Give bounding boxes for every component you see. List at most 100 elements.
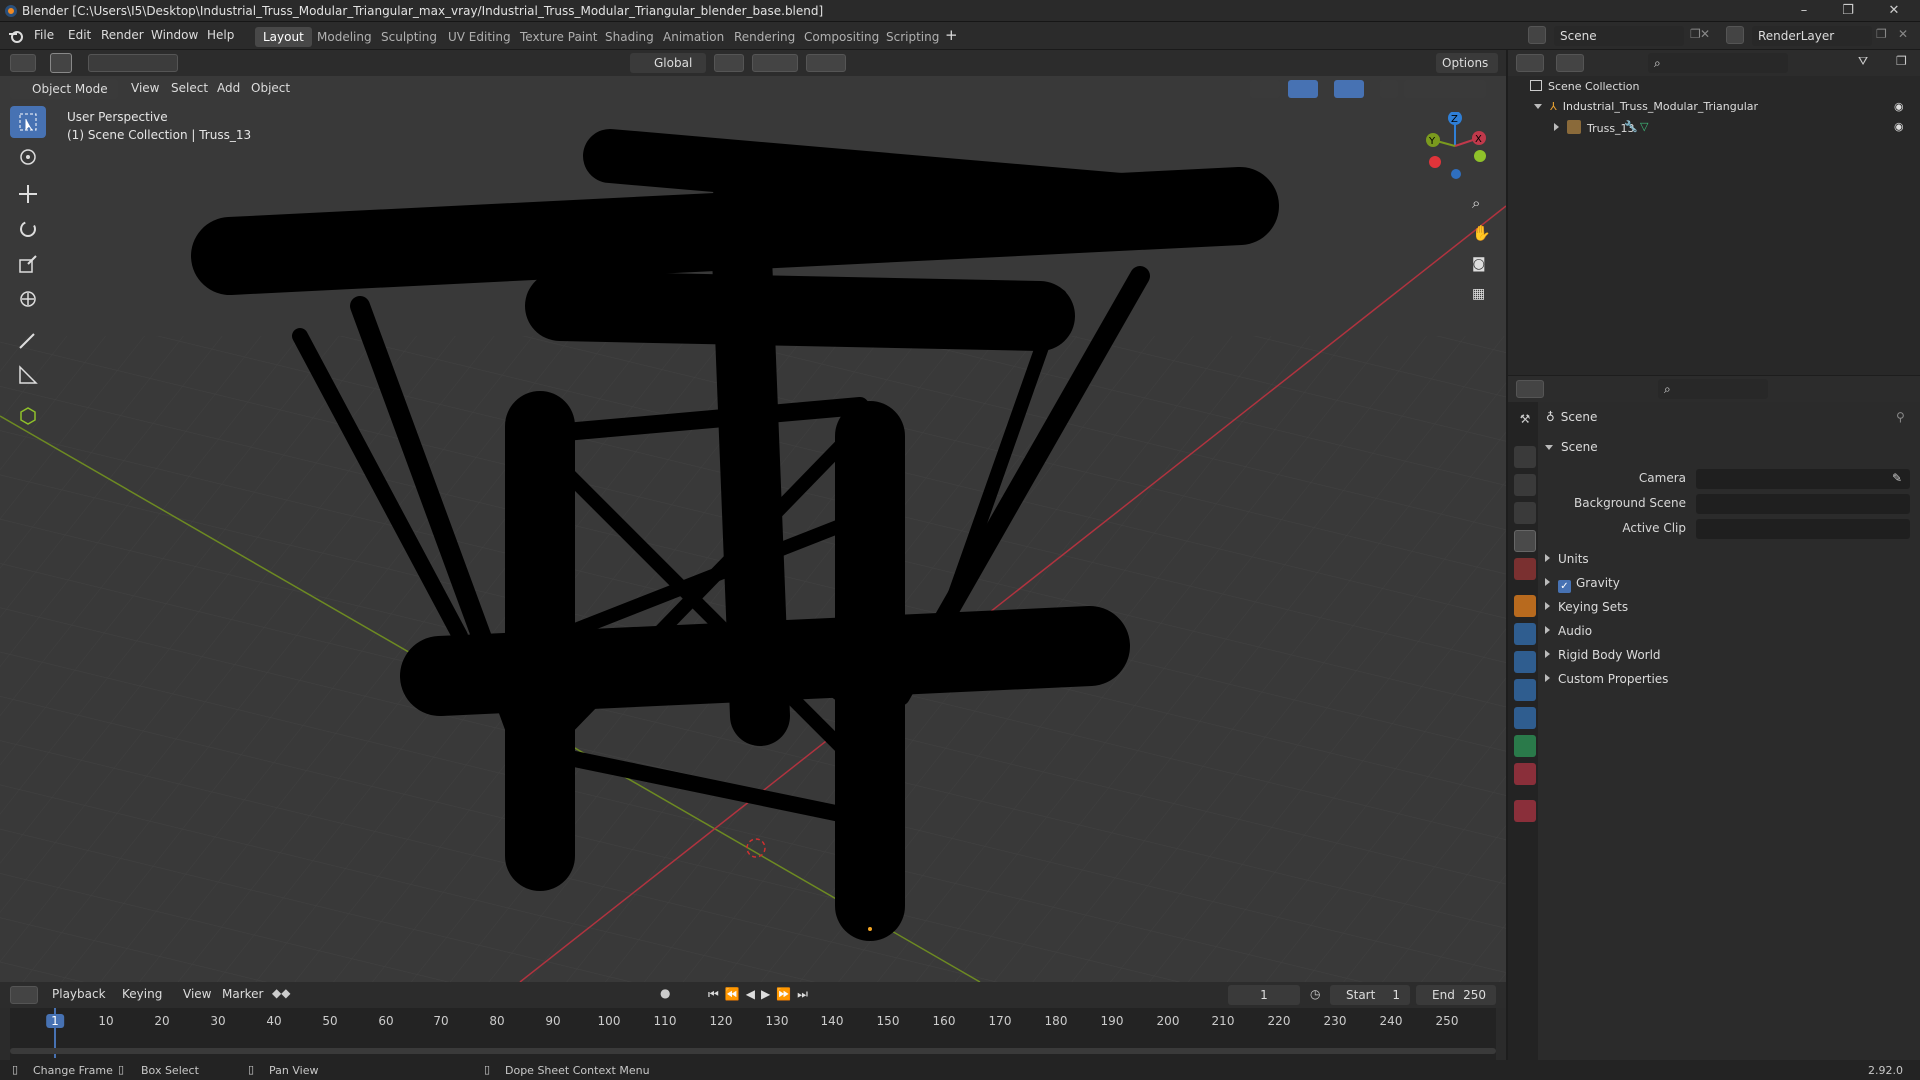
particles-tab-icon[interactable] — [1514, 651, 1536, 673]
section-keying-sets[interactable]: Keying Sets — [1545, 600, 1628, 614]
section-audio[interactable]: Audio — [1545, 624, 1592, 638]
3d-viewport[interactable]: User Perspective (1) Scene Collection | … — [0, 76, 1506, 982]
tab-layout[interactable]: Layout — [255, 27, 312, 47]
tab-sculpting[interactable]: Sculpting — [373, 27, 445, 47]
viewport-menu-view[interactable]: View — [131, 81, 159, 95]
tab-compositing[interactable]: Compositing — [796, 27, 887, 47]
selection-mode-buttons[interactable] — [88, 54, 178, 72]
menu-edit[interactable]: Edit — [68, 28, 91, 42]
pin-icon[interactable]: ⚲ — [1896, 410, 1905, 424]
section-custom-properties[interactable]: Custom Properties — [1545, 672, 1668, 686]
current-frame-field[interactable]: 1 — [1228, 985, 1300, 1005]
outliner-row-collection[interactable]: ⅄ Industrial_Truss_Modular_Triangular ◉ — [1534, 100, 1920, 113]
close-button[interactable]: ✕ — [1882, 2, 1906, 20]
menu-help[interactable]: Help — [207, 28, 234, 42]
section-rigid-body-world[interactable]: Rigid Body World — [1545, 648, 1661, 662]
navigation-gizmo[interactable]: Z X Y — [1410, 112, 1490, 182]
outliner-row-object[interactable]: Truss_13 🔧 ▽ ◉ — [1554, 120, 1920, 135]
select-box-tool[interactable] — [10, 106, 46, 138]
view-layer-tab-icon[interactable] — [1514, 502, 1536, 524]
playback-controls[interactable]: ⏮⏪◀▶⏩⏭ — [708, 987, 814, 1002]
delete-scene-icon[interactable]: ✕ — [1700, 27, 1710, 41]
keyframe-buttons-icon[interactable]: ◆◆ — [272, 986, 342, 1004]
shading-mode-buttons[interactable] — [1404, 80, 1486, 98]
blender-menu-icon[interactable] — [8, 28, 24, 44]
physics-tab-icon[interactable] — [1514, 679, 1536, 701]
tab-animation[interactable]: Animation — [655, 27, 732, 47]
expand-arrow-icon[interactable] — [1534, 104, 1542, 109]
new-viewlayer-icon[interactable]: ❐ — [1876, 27, 1887, 41]
scene-name-field[interactable]: Scene — [1554, 26, 1684, 46]
snap-icon[interactable] — [752, 54, 798, 72]
timeline-menu-marker[interactable]: Marker — [222, 987, 263, 1001]
viewlayer-browse-icon[interactable] — [1726, 26, 1744, 44]
camera-view-icon[interactable]: ◙ — [1472, 256, 1486, 272]
background-scene-field[interactable] — [1696, 494, 1910, 514]
outliner-editor-type-icon[interactable] — [1516, 54, 1544, 72]
tab-uv-editing[interactable]: UV Editing — [440, 27, 519, 47]
timeline-menu-view[interactable]: View — [183, 987, 211, 1001]
world-tab-icon[interactable] — [1514, 558, 1536, 580]
add-cube-tool[interactable] — [10, 399, 46, 431]
pan-hand-icon[interactable]: ✋ — [1472, 224, 1491, 242]
properties-search-input[interactable]: ⌕ — [1658, 379, 1768, 399]
menu-render[interactable]: Render — [101, 28, 144, 42]
tab-shading[interactable]: Shading — [597, 27, 662, 47]
render-tab-icon[interactable] — [1514, 446, 1536, 468]
delete-viewlayer-icon[interactable]: ✕ — [1898, 27, 1908, 41]
viewport-menu-select[interactable]: Select — [171, 81, 208, 95]
scale-tool[interactable] — [10, 248, 46, 280]
display-mode-icon[interactable] — [1556, 54, 1584, 72]
visibility-eye-icon[interactable]: ◉ — [1894, 100, 1904, 113]
active-clip-field[interactable] — [1696, 519, 1910, 539]
material-tab-icon[interactable] — [1514, 763, 1536, 785]
tab-scripting[interactable]: Scripting — [878, 27, 947, 47]
mode-dropdown[interactable]: Object Mode — [10, 79, 118, 99]
viewport-menu-object[interactable]: Object — [251, 81, 290, 95]
object-tab-icon[interactable] — [1514, 595, 1536, 617]
output-tab-icon[interactable] — [1514, 474, 1536, 496]
collapse-arrow-icon[interactable] — [1554, 123, 1559, 131]
camera-field[interactable] — [1696, 469, 1910, 489]
menu-file[interactable]: File — [34, 28, 54, 42]
options-dropdown[interactable]: Options — [1436, 53, 1498, 73]
xray-toggle-icon[interactable] — [1380, 80, 1398, 98]
scene-browse-icon[interactable] — [1528, 26, 1546, 44]
visibility-eye-icon[interactable]: ◉ — [1894, 120, 1904, 133]
scene-tab-icon[interactable] — [1514, 530, 1536, 552]
record-icon[interactable]: ● — [660, 986, 688, 1004]
maximize-button[interactable]: ❐ — [1836, 2, 1860, 20]
gravity-checkbox[interactable]: ✓ — [1558, 580, 1571, 593]
gizmo-toggle-icon[interactable] — [1288, 80, 1318, 98]
move-tool[interactable] — [10, 178, 46, 210]
pivot-point-icon[interactable] — [714, 54, 744, 72]
cursor-tool[interactable] — [10, 141, 46, 173]
ortho-grid-icon[interactable]: ▦ — [1472, 286, 1485, 302]
minimize-button[interactable]: – — [1792, 2, 1816, 20]
annotate-tool[interactable] — [10, 324, 46, 356]
overlay-toggle-icon[interactable] — [1334, 80, 1364, 98]
properties-editor-type-icon[interactable] — [1516, 380, 1544, 398]
section-gravity[interactable]: ✓ Gravity — [1545, 576, 1620, 593]
transform-orientation-dropdown[interactable]: Global — [630, 53, 706, 73]
proportional-editing-icon[interactable] — [806, 54, 846, 72]
timeline-menu-keying[interactable]: Keying — [122, 987, 162, 1001]
modifier-tab-icon[interactable] — [1514, 623, 1536, 645]
new-collection-icon[interactable]: ❐ — [1896, 54, 1914, 72]
viewport-menu-add[interactable]: Add — [217, 81, 240, 95]
end-frame-field[interactable]: End 250 — [1416, 985, 1496, 1005]
select-tool-icon[interactable] — [50, 53, 72, 73]
tool-tab-icon[interactable]: ⚒ — [1514, 412, 1536, 434]
filter-icon[interactable]: ⛛ — [1858, 54, 1888, 72]
measure-tool[interactable] — [10, 359, 46, 391]
editor-type-icon[interactable] — [10, 54, 36, 72]
data-tab-icon[interactable] — [1514, 735, 1536, 757]
timeline-scrollbar[interactable] — [10, 1048, 1496, 1054]
tab-modeling[interactable]: Modeling — [309, 27, 380, 47]
viewlayer-name-field[interactable]: RenderLayer — [1752, 26, 1872, 46]
start-frame-field[interactable]: Start 1 — [1330, 985, 1410, 1005]
preview-range-icon[interactable]: ◷ — [1310, 987, 1320, 1001]
visibility-icon[interactable] — [1250, 80, 1280, 98]
section-units[interactable]: Units — [1545, 552, 1589, 566]
outliner-search-input[interactable]: ⌕ — [1648, 53, 1788, 73]
